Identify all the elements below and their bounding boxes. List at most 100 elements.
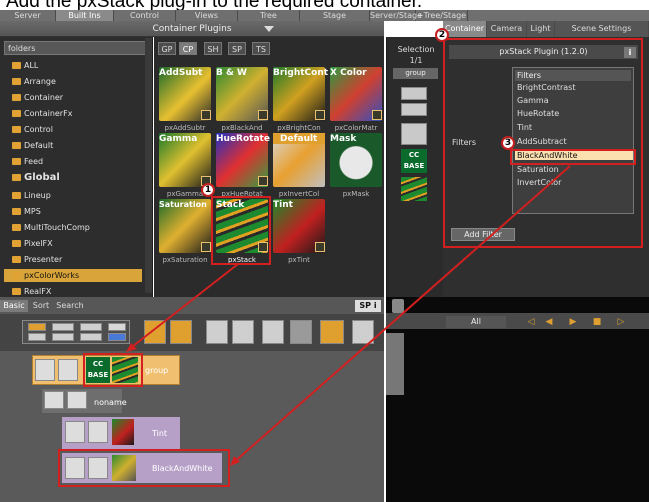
folder-icon bbox=[12, 62, 21, 69]
zoom-in-icon[interactable] bbox=[144, 320, 166, 344]
folder-item-selected[interactable]: pxColorWorks bbox=[4, 269, 142, 282]
plugin-tile-addsubt[interactable]: AddSubt pxAddSubtr bbox=[156, 65, 214, 133]
axis-icon[interactable] bbox=[58, 359, 78, 381]
timeline-side-ruler[interactable] bbox=[386, 333, 404, 395]
folder-item[interactable]: Arrange bbox=[12, 75, 56, 88]
folder-icon bbox=[12, 142, 21, 149]
container-icon[interactable] bbox=[401, 87, 427, 100]
axis-icon[interactable] bbox=[88, 421, 108, 443]
start-marker-icon[interactable]: ◁ bbox=[526, 316, 536, 328]
plugin-tile-mask[interactable]: Mask pxMask bbox=[327, 131, 385, 199]
folder-icon bbox=[12, 126, 21, 133]
play-icon[interactable]: ▶ bbox=[568, 316, 578, 328]
tab-server[interactable]: Server bbox=[0, 10, 56, 21]
tab-sort[interactable]: Sort bbox=[29, 300, 53, 312]
folder-item[interactable]: Global bbox=[12, 171, 60, 184]
step-back-icon[interactable]: ◀ bbox=[544, 316, 554, 328]
tab-cp[interactable]: CP bbox=[179, 42, 197, 55]
tab-camera[interactable]: Camera bbox=[487, 21, 527, 37]
plugin-tile-bw[interactable]: B & W pxBlackAnd bbox=[213, 65, 271, 133]
all-button[interactable]: All bbox=[446, 316, 506, 328]
plugin-type-icon bbox=[258, 176, 268, 186]
trash-icon[interactable] bbox=[392, 299, 404, 313]
merge-group-icon[interactable] bbox=[320, 320, 344, 344]
top-menu-bar: Server Built Ins Control Views Tree Stag… bbox=[0, 10, 649, 21]
stop-icon[interactable]: ■ bbox=[592, 316, 602, 328]
plugin-name: X Color bbox=[330, 68, 367, 78]
cc-base-icon[interactable]: CC BASE bbox=[401, 149, 427, 173]
folder-label: PixelFX bbox=[24, 239, 53, 248]
tab-sp[interactable]: SP bbox=[228, 42, 246, 55]
folder-scrollbar[interactable] bbox=[145, 38, 152, 293]
tab-stage[interactable]: Stage bbox=[300, 10, 370, 21]
tab-light[interactable]: Light bbox=[527, 21, 555, 37]
collapse-icon[interactable] bbox=[232, 320, 254, 344]
axis-icon[interactable] bbox=[401, 123, 427, 145]
folder-item[interactable]: MPS bbox=[12, 205, 41, 218]
folder-item[interactable]: MultiTouchComp bbox=[12, 221, 90, 234]
tab-built-ins[interactable]: Built Ins bbox=[56, 10, 114, 21]
axis-icon[interactable] bbox=[52, 333, 74, 341]
tab-server-stage[interactable]: Server/Stage bbox=[370, 10, 422, 21]
axis-icon[interactable] bbox=[67, 391, 87, 409]
expand-icon[interactable] bbox=[206, 320, 228, 344]
selection-group[interactable]: group bbox=[393, 68, 438, 79]
folder-item[interactable]: Default bbox=[12, 139, 53, 152]
tab-container[interactable]: Container bbox=[443, 21, 487, 37]
add-container-button[interactable] bbox=[28, 323, 46, 331]
tab-scene-settings[interactable]: Scene Settings bbox=[555, 21, 649, 37]
tab-sh[interactable]: SH bbox=[204, 42, 222, 55]
transform-icon[interactable] bbox=[28, 333, 46, 341]
plugin-type-icon bbox=[315, 242, 325, 252]
chevron-down-icon[interactable] bbox=[264, 26, 274, 32]
align-icon[interactable] bbox=[262, 320, 284, 344]
folder-item[interactable]: Presenter bbox=[12, 253, 62, 266]
plugin-tile-huerotate[interactable]: HueRotate pxHueRotat bbox=[213, 131, 271, 199]
tint-plugin-icon[interactable] bbox=[112, 419, 134, 445]
tab-tree[interactable]: Tree bbox=[238, 10, 300, 21]
plugin-tile-tint[interactable]: Tint pxTint bbox=[270, 197, 328, 265]
plugin-tile-default[interactable]: Default pxInvertCol bbox=[270, 131, 328, 199]
folder-item[interactable]: Control bbox=[12, 123, 53, 136]
plugin-name: Mask bbox=[330, 134, 357, 144]
folder-icon bbox=[12, 272, 21, 279]
container-icon[interactable] bbox=[44, 391, 64, 409]
plus-icon[interactable] bbox=[80, 323, 102, 331]
transform-icon[interactable] bbox=[401, 103, 427, 116]
folder-item[interactable]: PixelFX bbox=[12, 237, 53, 250]
plugin-tile-brightcont[interactable]: BrightCont pxBrightCon bbox=[270, 65, 328, 133]
minus-icon[interactable] bbox=[80, 333, 102, 341]
tab-ts[interactable]: TS bbox=[252, 42, 270, 55]
folder-item[interactable]: Container bbox=[12, 91, 63, 104]
folder-label: Container bbox=[24, 93, 64, 102]
container-icon[interactable] bbox=[65, 421, 85, 443]
grid-icon[interactable] bbox=[108, 333, 126, 341]
container-plugins-bar[interactable]: Container Plugins bbox=[0, 21, 384, 37]
stack-plugin-icon[interactable] bbox=[401, 177, 427, 201]
plugin-name: BrightCont bbox=[273, 68, 329, 78]
folder-label: ContainerFx bbox=[24, 109, 73, 118]
folder-item[interactable]: ALL bbox=[12, 59, 38, 72]
tab-control[interactable]: Control bbox=[114, 10, 176, 21]
zoom-out-icon[interactable] bbox=[170, 320, 192, 344]
tab-basic[interactable]: Basic bbox=[0, 300, 28, 312]
folder-item[interactable]: Lineup bbox=[12, 189, 51, 202]
tab-views[interactable]: Views bbox=[176, 10, 238, 21]
plugin-tile-xcolor[interactable]: X Color pxColorMatr bbox=[327, 65, 385, 133]
merge-icon[interactable] bbox=[108, 323, 126, 331]
tab-gp[interactable]: GP bbox=[158, 42, 176, 55]
container-icon[interactable] bbox=[35, 359, 55, 381]
pattern-icon[interactable] bbox=[290, 320, 312, 344]
sp-info-tools[interactable]: SP i bbox=[355, 300, 381, 312]
folder-item[interactable]: Feed bbox=[12, 155, 43, 168]
folder-icon bbox=[12, 158, 21, 165]
highlight-group-plugins bbox=[83, 353, 143, 387]
folder-item[interactable]: ContainerFx bbox=[12, 107, 72, 120]
tab-tree-stage[interactable]: +Tree/Stage bbox=[416, 10, 468, 21]
list-icon[interactable] bbox=[352, 320, 374, 344]
step-forward-icon[interactable]: ▷ bbox=[616, 316, 626, 328]
tab-search[interactable]: Search bbox=[54, 300, 86, 312]
folder-label: Default bbox=[24, 141, 54, 150]
container-icon[interactable] bbox=[52, 323, 74, 331]
plugin-tile-saturation[interactable]: Saturation pxSaturation bbox=[156, 197, 214, 265]
